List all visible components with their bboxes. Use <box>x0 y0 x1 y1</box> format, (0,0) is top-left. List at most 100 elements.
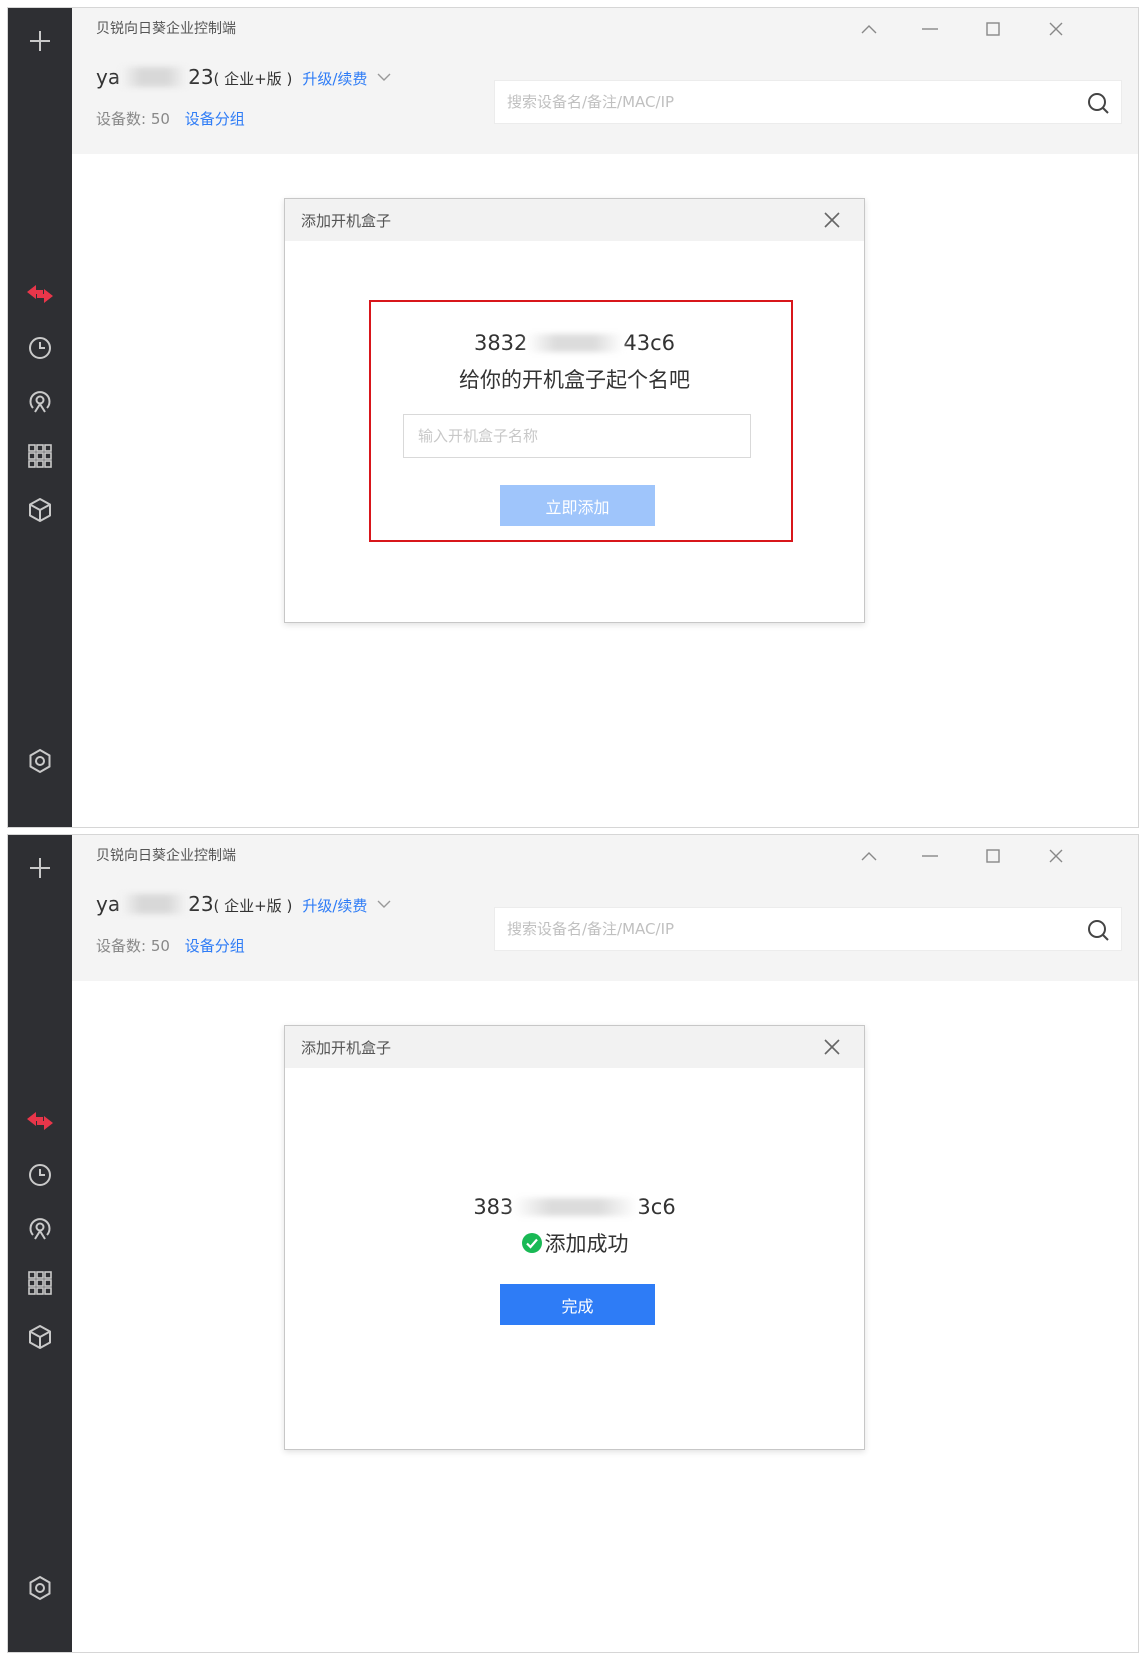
discover-icon <box>29 391 51 413</box>
dialog-header: 添加开机盒子 <box>285 1026 864 1068</box>
device-info: 设备数: 50 设备分组 <box>96 108 245 129</box>
box-name-input[interactable] <box>403 414 751 458</box>
plus-icon <box>30 31 50 51</box>
success-message: 添加成功 <box>285 1228 864 1258</box>
search-input[interactable] <box>507 908 1047 950</box>
check-circle-icon <box>521 1233 542 1253</box>
history-icon <box>29 1164 51 1186</box>
close-icon <box>1049 849 1063 863</box>
account-name-prefix: ya <box>96 892 121 916</box>
header: 贝锐向日葵企业控制端 ya 23 ( 企业+版 ) 升级/续费 设备数: 50 … <box>72 8 1138 154</box>
app-title: 贝锐向日葵企业控制端 <box>96 848 236 864</box>
remote-control-icon <box>27 1112 53 1130</box>
settings-icon <box>29 748 51 774</box>
edition-label: ( 企业+版 ) <box>213 897 293 915</box>
device-id-suffix: 43c6 <box>623 331 676 355</box>
settings-icon <box>29 1575 51 1601</box>
chevron-up-icon <box>861 852 877 861</box>
account-info: ya 23 ( 企业+版 ) 升级/续费 <box>96 64 391 89</box>
add-now-button[interactable]: 立即添加 <box>500 485 655 526</box>
sidebar-item-history[interactable] <box>20 1155 60 1195</box>
maximize-icon <box>986 849 1000 863</box>
edition-label: ( 企业+版 ) <box>213 70 293 88</box>
collapse-button[interactable] <box>856 16 882 42</box>
sidebar-item-box[interactable] <box>20 1317 60 1357</box>
account-name-redacted <box>121 894 188 914</box>
account-info: ya 23 ( 企业+版 ) 升级/续费 <box>96 891 391 916</box>
box-icon <box>29 1325 51 1349</box>
minimize-icon <box>922 855 938 857</box>
sidebar-item-apps[interactable] <box>20 1263 60 1303</box>
device-info: 设备数: 50 设备分组 <box>96 935 245 956</box>
account-dropdown[interactable] <box>377 890 391 914</box>
device-count: 设备数: 50 <box>96 110 170 128</box>
sidebar-item-history[interactable] <box>20 328 60 368</box>
sidebar-item-settings[interactable] <box>20 1568 60 1608</box>
header: 贝锐向日葵企业控制端 ya 23 ( 企业+版 ) 升级/续费 设备数: 50 … <box>72 835 1138 981</box>
add-button[interactable] <box>20 848 60 888</box>
upgrade-link[interactable]: 升级/续费 <box>302 68 367 89</box>
account-name-prefix: ya <box>96 65 121 89</box>
sidebar-item-remote-control[interactable] <box>20 1101 60 1141</box>
search-box <box>494 907 1122 951</box>
minimize-button[interactable] <box>917 843 943 869</box>
app-title: 贝锐向日葵企业控制端 <box>96 21 236 37</box>
add-box-dialog: 添加开机盒子 3832 43c6 给你的开机盒子起个名吧 立即添加 <box>284 198 865 623</box>
sidebar-item-box[interactable] <box>20 490 60 530</box>
device-count: 设备数: 50 <box>96 937 170 955</box>
upgrade-link[interactable]: 升级/续费 <box>302 895 367 916</box>
device-id: 383 3c6 <box>285 1195 864 1219</box>
sidebar-item-remote-control[interactable] <box>20 274 60 314</box>
maximize-button[interactable] <box>980 16 1006 42</box>
account-name-redacted <box>121 67 188 87</box>
close-icon <box>1049 22 1063 36</box>
remote-control-icon <box>27 285 53 303</box>
dialog-title: 添加开机盒子 <box>301 1039 392 1057</box>
chevron-down-icon <box>377 900 391 908</box>
search-icon[interactable] <box>1085 917 1111 943</box>
add-box-success-dialog: 添加开机盒子 383 3c6 添加成功 完成 <box>284 1025 865 1450</box>
apps-icon <box>28 444 52 468</box>
collapse-button[interactable] <box>856 843 882 869</box>
device-id-redacted <box>527 334 624 352</box>
maximize-icon <box>986 22 1000 36</box>
sidebar-item-apps[interactable] <box>20 436 60 476</box>
device-group-link[interactable]: 设备分组 <box>185 937 245 955</box>
minimize-button[interactable] <box>917 16 943 42</box>
device-id-suffix: 3c6 <box>637 1195 676 1219</box>
close-window-button[interactable] <box>1043 16 1069 42</box>
plus-icon <box>30 858 50 878</box>
app-window-step-1: 贝锐向日葵企业控制端 ya 23 ( 企业+版 ) 升级/续费 设备数: 50 … <box>7 7 1139 828</box>
sidebar <box>8 8 72 827</box>
search-icon[interactable] <box>1085 90 1111 116</box>
device-id-prefix: 383 <box>473 1195 514 1219</box>
app-window-step-2: 贝锐向日葵企业控制端 ya 23 ( 企业+版 ) 升级/续费 设备数: 50 … <box>7 834 1139 1653</box>
sidebar-item-discover[interactable] <box>20 1209 60 1249</box>
done-button[interactable]: 完成 <box>500 1284 655 1325</box>
account-name-suffix: 23 <box>188 892 214 916</box>
name-prompt: 给你的开机盒子起个名吧 <box>459 368 690 392</box>
add-button[interactable] <box>20 21 60 61</box>
device-group-link[interactable]: 设备分组 <box>185 110 245 128</box>
dialog-header: 添加开机盒子 <box>285 199 864 241</box>
chevron-up-icon <box>861 25 877 34</box>
close-icon[interactable] <box>822 1037 842 1057</box>
sidebar-item-settings[interactable] <box>20 741 60 781</box>
maximize-button[interactable] <box>980 843 1006 869</box>
chevron-down-icon <box>377 73 391 81</box>
device-id-redacted <box>513 1198 638 1216</box>
history-icon <box>29 337 51 359</box>
account-name-suffix: 23 <box>188 65 214 89</box>
close-window-button[interactable] <box>1043 843 1069 869</box>
apps-icon <box>28 1271 52 1295</box>
success-text: 添加成功 <box>544 1232 629 1256</box>
search-box <box>494 80 1122 124</box>
device-id: 3832 43c6 <box>285 331 864 355</box>
sidebar-item-discover[interactable] <box>20 382 60 422</box>
account-dropdown[interactable] <box>377 63 391 87</box>
search-input[interactable] <box>507 81 1047 123</box>
close-icon[interactable] <box>822 210 842 230</box>
sidebar <box>8 835 72 1652</box>
minimize-icon <box>922 28 938 30</box>
device-id-prefix: 3832 <box>473 331 528 355</box>
